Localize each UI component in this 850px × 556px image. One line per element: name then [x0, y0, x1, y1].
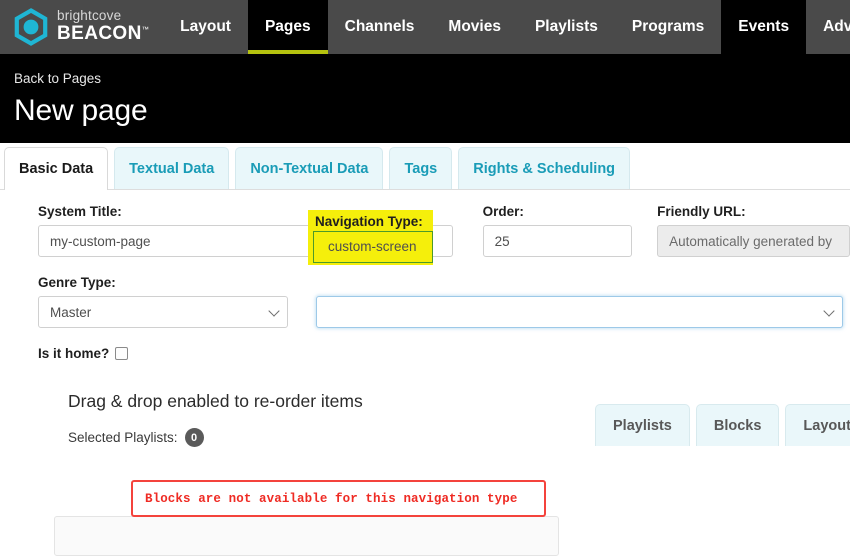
panel-tab-label: Layouts [803, 417, 850, 434]
back-to-pages-link[interactable]: Back to Pages [14, 71, 101, 86]
nav-item-channels[interactable]: Channels [328, 0, 432, 54]
navigation-type-label-text: Navigation Type: [315, 214, 423, 229]
nav-item-advertisement[interactable]: Advertisement [806, 0, 850, 54]
brand-logo[interactable]: brightcove BEACON™ [0, 0, 163, 54]
nav-item-label: Movies [448, 18, 501, 35]
nav-item-events[interactable]: Events [721, 0, 807, 54]
nav-item-label: Programs [631, 18, 705, 35]
field-order: Order: 25 [482, 204, 633, 257]
field-is-home: Is it home? [0, 346, 850, 361]
is-home-label: Is it home? [38, 346, 110, 361]
form-row-2: Genre Type: Master Navigation Type: cust… [0, 275, 850, 328]
nav-item-label: Pages [264, 18, 311, 35]
page-title: New page [14, 94, 148, 127]
tab-basic-data[interactable]: Basic Data [4, 147, 109, 190]
nav-item-label: Channels [344, 18, 415, 35]
nav-item-movies[interactable]: Movies [431, 0, 518, 54]
order-input[interactable]: 25 [482, 225, 633, 257]
brightcove-hexagon-icon [12, 8, 50, 46]
genre-type-label: Genre Type: [38, 275, 116, 290]
playlist-drop-area[interactable] [54, 516, 559, 556]
nav-item-layout[interactable]: Layout [163, 0, 248, 54]
chevron-down-icon [823, 305, 835, 317]
field-genre-type: Genre Type: Master [38, 275, 288, 328]
nav-item-playlists[interactable]: Playlists [518, 0, 615, 54]
section-tabs: Basic Data Textual Data Non-Textual Data… [0, 143, 850, 190]
navigation-type-select[interactable]: custom-screen [316, 296, 843, 328]
tab-label: Non-Textual Data [250, 160, 369, 177]
selected-playlists-label: Selected Playlists: [68, 430, 178, 445]
order-label: Order: [482, 204, 524, 219]
field-friendly-url: Friendly URL: Automatically generated by [657, 204, 850, 257]
blocks-unavailable-warning: Blocks are not available for this naviga… [131, 480, 546, 517]
nav-item-label: Playlists [534, 18, 598, 35]
nav-item-label: Layout [180, 18, 231, 35]
nav-item-programs[interactable]: Programs [615, 0, 721, 54]
nav-item-pages[interactable]: Pages [247, 0, 328, 54]
warning-message: Blocks are not available for this naviga… [145, 491, 518, 506]
tab-label: Rights & Scheduling [473, 160, 616, 177]
tab-label: Basic Data [19, 161, 94, 177]
page-header: Back to Pages New page [0, 54, 850, 143]
form-row-1: System Title: my-custom-page Order: 25 F… [0, 204, 850, 257]
genre-type-select[interactable]: Master [38, 296, 288, 328]
chevron-down-icon [268, 305, 280, 317]
friendly-url-input: Automatically generated by [657, 225, 850, 257]
nav-items: Layout Pages Channels Movies Playlists P… [163, 0, 850, 54]
friendly-url-label: Friendly URL: [657, 204, 746, 219]
navigation-type-value-text: custom-screen [328, 239, 417, 254]
nav-item-label: Advertisement [823, 18, 850, 35]
is-home-checkbox[interactable] [115, 347, 129, 360]
panel-tab-playlists[interactable]: Playlists [595, 404, 690, 446]
panel-tab-layouts[interactable]: Layouts [785, 404, 850, 446]
brand-name-bottom: BEACON [57, 22, 142, 44]
panel-tab-blocks[interactable]: Blocks [695, 404, 780, 446]
tab-non-textual-data[interactable]: Non-Textual Data [235, 147, 384, 189]
tab-textual-data[interactable]: Textual Data [114, 147, 230, 189]
tab-tags[interactable]: Tags [389, 147, 453, 189]
tab-rights-scheduling[interactable]: Rights & Scheduling [458, 147, 631, 189]
tab-label: Tags [404, 160, 438, 177]
trademark-symbol: ™ [141, 26, 150, 34]
tab-label: Textual Data [129, 160, 215, 177]
top-navigation-bar: brightcove BEACON™ Layout Pages Channels… [0, 0, 850, 54]
panel-tab-label: Blocks [713, 417, 762, 434]
brand-name-top: brightcove [57, 8, 122, 24]
panel-tab-label: Playlists [613, 417, 672, 434]
nav-item-label: Events [738, 18, 790, 35]
genre-type-value: Master [50, 304, 92, 320]
field-navigation-type: Navigation Type: custom-screen [316, 275, 843, 328]
selected-playlists-count-badge: 0 [184, 428, 204, 447]
panel-switcher-tabs: Playlists Blocks Layouts [595, 404, 850, 446]
